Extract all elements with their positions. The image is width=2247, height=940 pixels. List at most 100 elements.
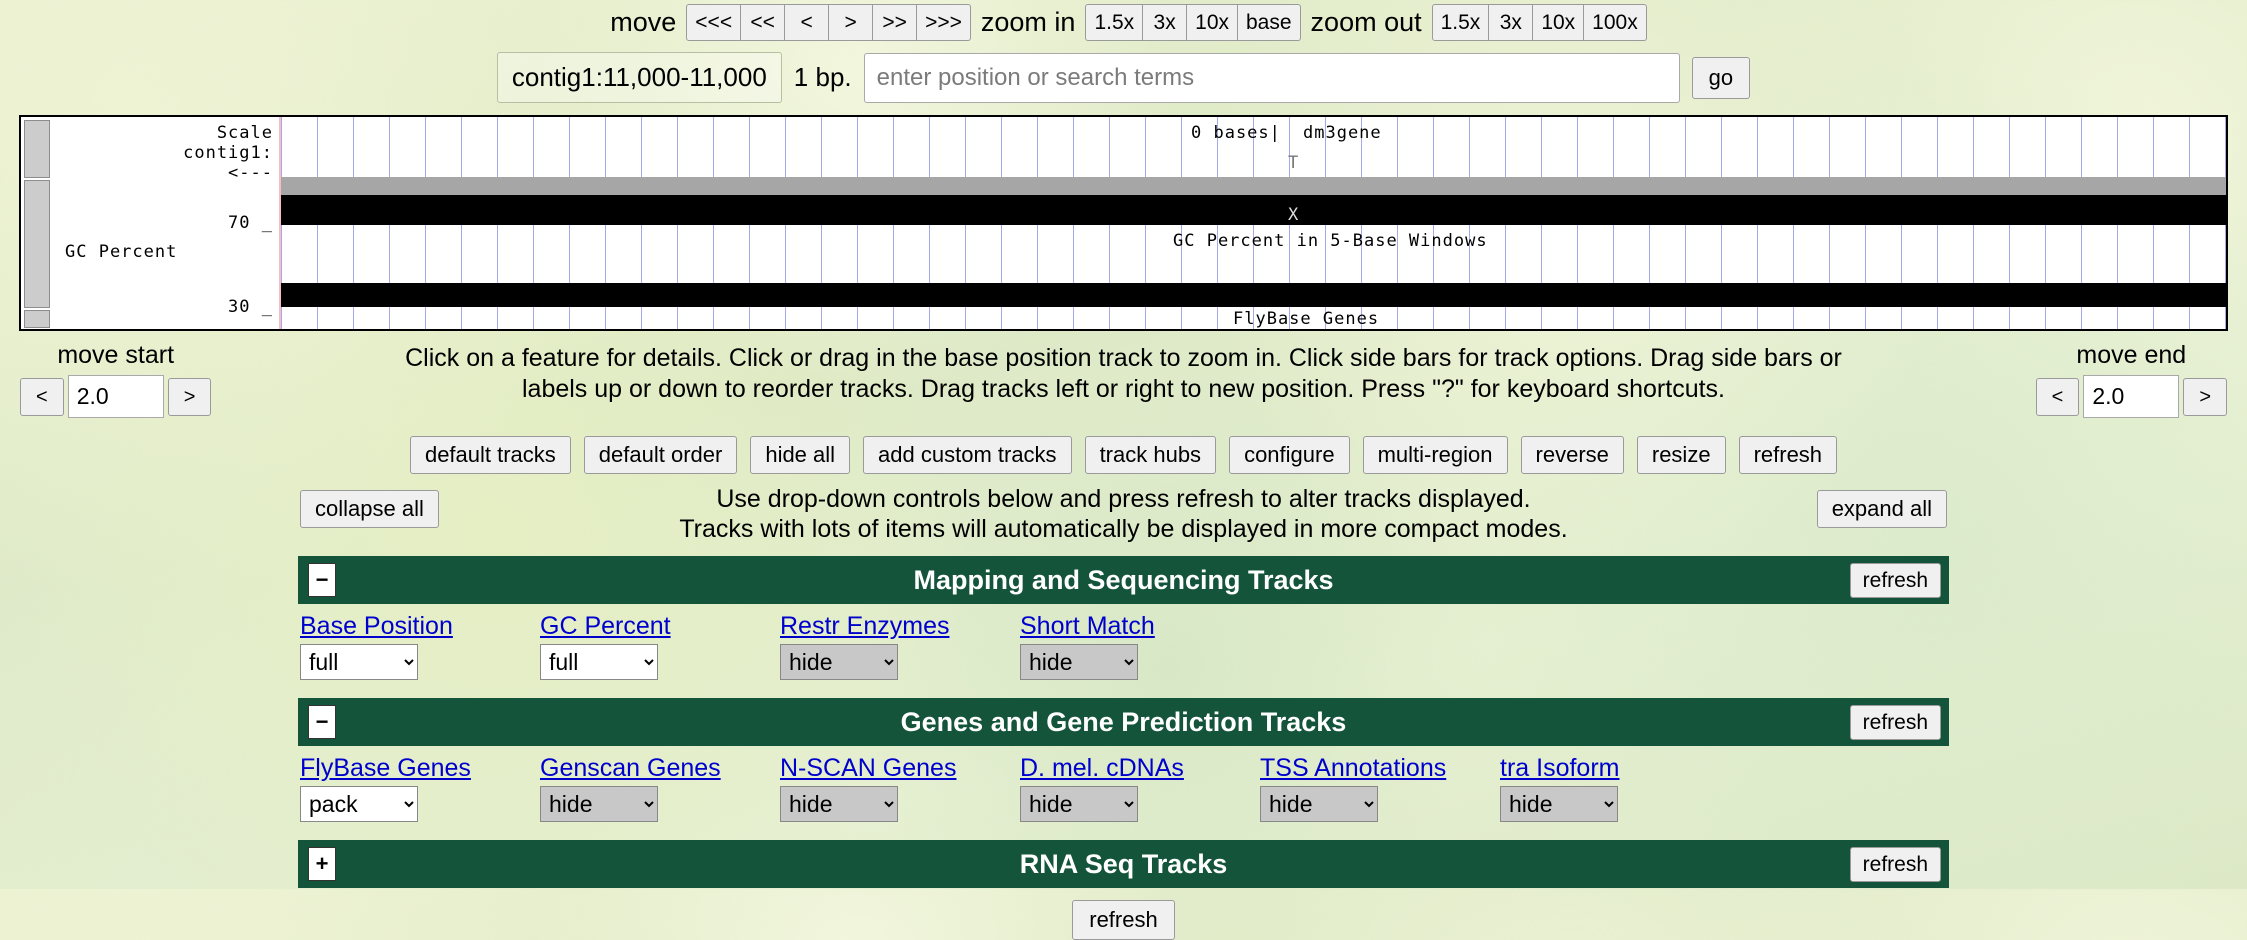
track-select-tss-annotations[interactable]: hide xyxy=(1260,786,1378,822)
track-link-tss-annotations[interactable]: TSS Annotations xyxy=(1260,754,1446,783)
group-title-genes: Genes and Gene Prediction Tracks xyxy=(900,706,1347,737)
track-select-flybase-genes[interactable]: pack xyxy=(300,786,418,822)
track-group-rna-seq: + RNA Seq Tracks refresh xyxy=(298,840,1949,888)
track-item-short-match: Short Match hide xyxy=(1018,612,1258,680)
expand-all-button[interactable]: expand all xyxy=(1816,490,1947,528)
gc-percent-data-bar xyxy=(281,283,2226,307)
add-custom-tracks-button[interactable]: add custom tracks xyxy=(863,436,1072,474)
track-select-restr-enzymes[interactable]: hide xyxy=(780,644,898,680)
track-display-hint-row: collapse all Use drop-down controls belo… xyxy=(0,484,2247,548)
move-start-label: move start xyxy=(57,341,175,369)
hint-line-2: Tracks with lots of items will automatic… xyxy=(679,515,1568,543)
reverse-button[interactable]: reverse xyxy=(1520,436,1624,474)
track-select-tra-isoform[interactable]: hide xyxy=(1500,786,1618,822)
track-link-gc-percent[interactable]: GC Percent xyxy=(540,612,671,641)
collapse-toggle-mapping[interactable]: − xyxy=(308,563,336,597)
move-right-small-button[interactable]: > xyxy=(829,4,874,41)
track-select-short-match[interactable]: hide xyxy=(1020,644,1138,680)
track-data-column[interactable]: 0 bases| dm3gene T X GC Percent in 5-Bas… xyxy=(279,117,2226,329)
base-position-gray-bar xyxy=(281,177,2226,195)
zoom-out-1_5x-button[interactable]: 1.5x xyxy=(1431,4,1490,41)
strand-arrow-label: <--- xyxy=(228,163,273,183)
track-link-short-match[interactable]: Short Match xyxy=(1020,612,1155,641)
move-end-increase-button[interactable]: > xyxy=(2183,377,2227,416)
group-refresh-mapping[interactable]: refresh xyxy=(1849,562,1941,598)
track-hubs-button[interactable]: track hubs xyxy=(1084,436,1217,474)
sidebar-flybase-genes[interactable] xyxy=(24,310,50,328)
refresh-button[interactable]: refresh xyxy=(1738,436,1838,474)
assembly-name-label: dm3gene xyxy=(1303,123,1382,143)
track-select-base-position[interactable]: full xyxy=(300,644,418,680)
multi-region-button[interactable]: multi-region xyxy=(1362,436,1508,474)
track-item-nscan-genes: N-SCAN Genes hide xyxy=(778,754,1018,822)
move-button-group: <<< << < > >> >>> xyxy=(686,4,971,41)
go-button[interactable]: go xyxy=(1691,56,1751,99)
zoom-in-10x-button[interactable]: 10x xyxy=(1187,4,1238,41)
track-select-gc-percent[interactable]: full xyxy=(540,644,658,680)
move-right-button[interactable]: >> xyxy=(873,4,918,41)
genome-browser-image[interactable]: Scale contig1: <--- 70 _ GC Percent 30 _… xyxy=(19,115,2228,331)
group-title-rna-seq: RNA Seq Tracks xyxy=(1019,848,1228,879)
track-link-genscan-genes[interactable]: Genscan Genes xyxy=(540,754,721,783)
zoom-in-1_5x-button[interactable]: 1.5x xyxy=(1085,4,1144,41)
track-select-genscan-genes[interactable]: hide xyxy=(540,786,658,822)
zoom-out-button-group: 1.5x 3x 10x 100x xyxy=(1431,4,1647,41)
collapse-toggle-genes[interactable]: − xyxy=(308,705,336,739)
group-refresh-genes[interactable]: refresh xyxy=(1849,704,1941,740)
move-end-decrease-button[interactable]: < xyxy=(2035,377,2080,416)
zoom-in-3x-button[interactable]: 3x xyxy=(1143,4,1188,41)
sidebar-gc-percent[interactable] xyxy=(24,180,50,308)
move-end-input[interactable] xyxy=(2083,375,2180,418)
move-start-input[interactable] xyxy=(67,375,164,418)
bases-count-label: 0 bases| xyxy=(1191,123,1281,143)
sidebar-base-position[interactable] xyxy=(24,120,50,178)
move-end-label: move end xyxy=(2076,341,2187,369)
track-link-base-position[interactable]: Base Position xyxy=(300,612,453,641)
region-size-label: 1 bp. xyxy=(793,62,852,92)
bottom-refresh-button[interactable]: refresh xyxy=(1072,900,1175,940)
track-link-dmel-cdnas[interactable]: D. mel. cDNAs xyxy=(1020,754,1184,783)
expand-toggle-rna-seq[interactable]: + xyxy=(308,847,336,881)
track-link-tra-isoform[interactable]: tra Isoform xyxy=(1500,754,1619,783)
track-item-base-position: Base Position full xyxy=(298,612,538,680)
track-list-genes: FlyBase Genes pack Genscan Genes hide N-… xyxy=(298,746,1949,832)
move-left-small-button[interactable]: < xyxy=(785,4,830,41)
hide-all-button[interactable]: hide all xyxy=(750,436,851,474)
default-tracks-button[interactable]: default tracks xyxy=(409,436,571,474)
track-item-gc-percent: GC Percent full xyxy=(538,612,778,680)
track-link-flybase-genes[interactable]: FlyBase Genes xyxy=(300,754,471,783)
move-start-control: move start < > xyxy=(20,341,212,418)
instructions-row: move start < > Click on a feature for de… xyxy=(0,341,2247,427)
group-title-mapping: Mapping and Sequencing Tracks xyxy=(913,564,1334,595)
instruction-text: Click on a feature for details. Click or… xyxy=(314,341,1934,404)
base-letter-top: T xyxy=(1288,153,1300,173)
track-group-genes-and-prediction: − Genes and Gene Prediction Tracks refre… xyxy=(298,698,1949,832)
track-link-nscan-genes[interactable]: N-SCAN Genes xyxy=(780,754,956,783)
zoom-out-100x-button[interactable]: 100x xyxy=(1584,4,1647,41)
move-far-left-button[interactable]: <<< xyxy=(686,4,742,41)
bottom-refresh-row: refresh xyxy=(0,900,2247,940)
group-refresh-rna-seq[interactable]: refresh xyxy=(1849,846,1941,882)
move-left-button[interactable]: << xyxy=(741,4,786,41)
move-far-right-button[interactable]: >>> xyxy=(917,4,971,41)
zoom-out-3x-button[interactable]: 3x xyxy=(1489,4,1534,41)
track-group-mapping-and-sequencing: − Mapping and Sequencing Tracks refresh … xyxy=(298,556,1949,690)
zoom-out-10x-button[interactable]: 10x xyxy=(1533,4,1585,41)
track-link-restr-enzymes[interactable]: Restr Enzymes xyxy=(780,612,949,641)
resize-button[interactable]: resize xyxy=(1636,436,1726,474)
gc-percent-track-title: GC Percent in 5-Base Windows xyxy=(1173,231,1488,251)
track-list-mapping: Base Position full GC Percent full Restr… xyxy=(298,604,1949,690)
instruction-line-2: labels up or down to reorder tracks. Dra… xyxy=(521,374,1725,403)
collapse-all-button[interactable]: collapse all xyxy=(300,490,439,528)
track-side-bars xyxy=(24,120,50,328)
default-order-button[interactable]: default order xyxy=(583,436,738,474)
track-select-nscan-genes[interactable]: hide xyxy=(780,786,898,822)
configure-button[interactable]: configure xyxy=(1229,436,1350,474)
navigation-toolbar: move <<< << < > >> >>> zoom in 1.5x 3x 1… xyxy=(0,0,2247,41)
track-select-dmel-cdnas[interactable]: hide xyxy=(1020,786,1138,822)
track-item-restr-enzymes: Restr Enzymes hide xyxy=(778,612,1018,680)
zoom-in-base-button[interactable]: base xyxy=(1238,4,1301,41)
move-start-increase-button[interactable]: > xyxy=(167,377,212,416)
move-start-decrease-button[interactable]: < xyxy=(20,377,64,416)
search-input[interactable] xyxy=(863,52,1680,103)
